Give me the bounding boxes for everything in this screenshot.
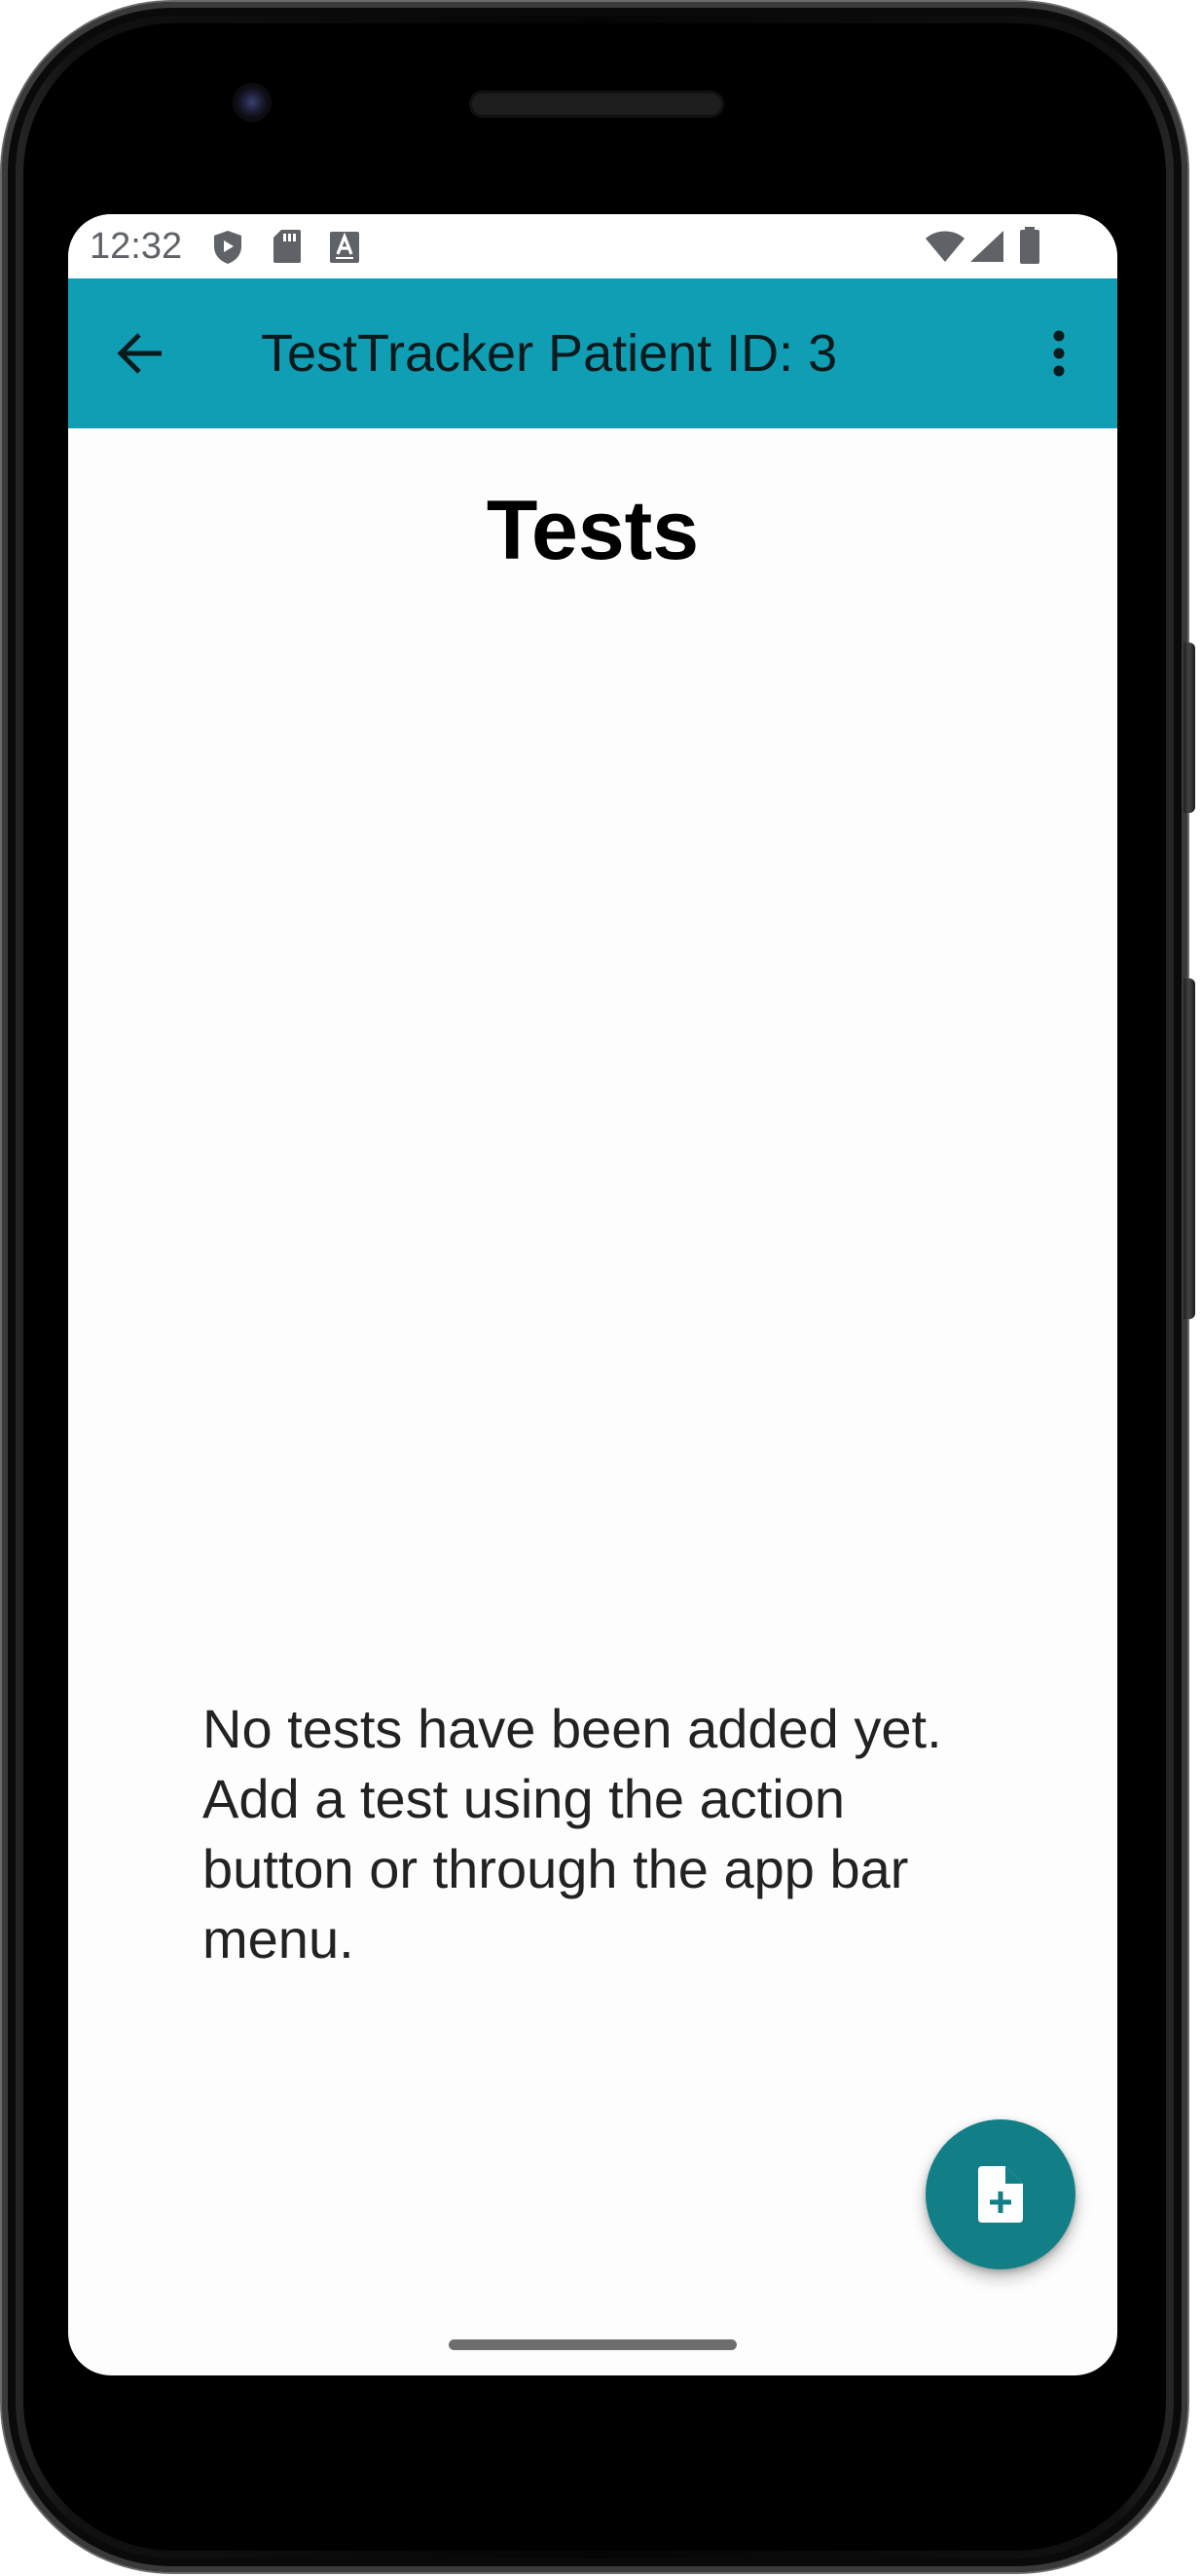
back-button[interactable]	[107, 320, 173, 386]
volume-button	[1184, 978, 1195, 1319]
status-bar: 12:32	[68, 214, 1117, 278]
front-camera	[233, 83, 272, 122]
power-button	[1184, 643, 1195, 813]
screen: 12:32 TestTracker Patient ID: 3 Tests No…	[68, 214, 1117, 2375]
add-test-button[interactable]	[926, 2119, 1075, 2269]
earpiece-speaker	[469, 91, 724, 118]
overflow-menu-button[interactable]	[1030, 320, 1088, 386]
app-bar-title: TestTracker Patient ID: 3	[261, 324, 838, 383]
status-time: 12:32	[90, 226, 183, 267]
sd-card-icon	[273, 230, 301, 263]
note-add-icon	[978, 2166, 1023, 2223]
shield-icon	[214, 231, 241, 264]
wifi-icon	[926, 231, 965, 262]
cell-signal-icon	[970, 231, 1003, 262]
battery-icon	[1020, 227, 1039, 264]
home-indicator[interactable]	[449, 2339, 737, 2350]
arrow-back-icon	[117, 333, 162, 374]
more-vert-icon	[1053, 330, 1065, 377]
text-a-icon	[330, 232, 359, 263]
page-title: Tests	[486, 484, 700, 577]
empty-state-message: No tests have been added yet. Add a test…	[202, 1698, 942, 1969]
app-bar: TestTracker Patient ID: 3	[68, 278, 1117, 428]
